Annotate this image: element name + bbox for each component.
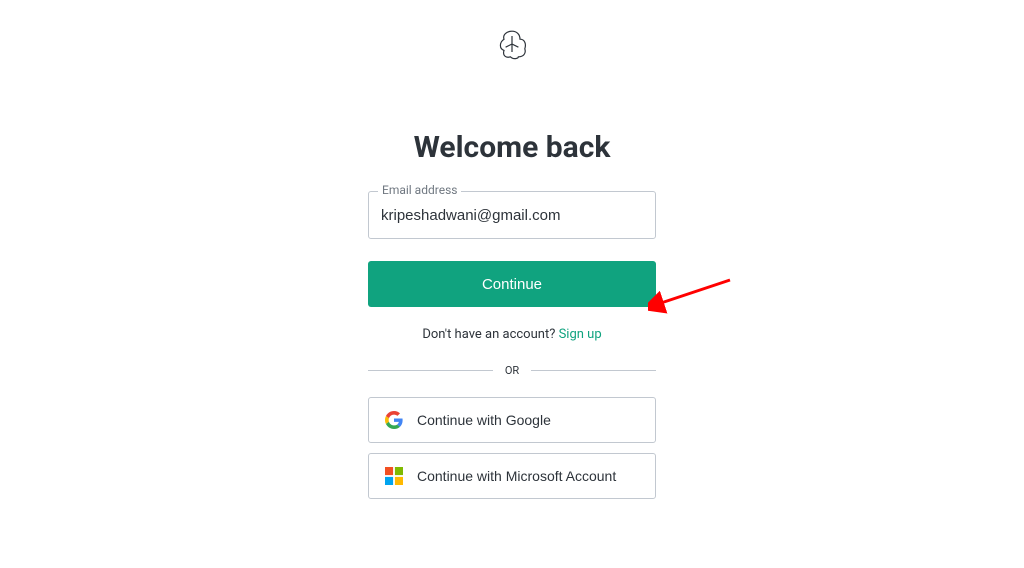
email-label: Email address [378, 183, 461, 197]
login-container: Welcome back Email address Continue Don'… [0, 0, 1024, 509]
continue-button[interactable]: Continue [368, 261, 656, 307]
continue-microsoft-button[interactable]: Continue with Microsoft Account [368, 453, 656, 499]
signup-link[interactable]: Sign up [559, 327, 602, 342]
divider-line-left [368, 370, 493, 371]
openai-logo-icon [496, 28, 528, 60]
microsoft-icon [385, 467, 403, 485]
continue-google-button[interactable]: Continue with Google [368, 397, 656, 443]
divider: OR [368, 364, 656, 377]
google-button-label: Continue with Google [417, 412, 551, 428]
email-field[interactable] [368, 191, 656, 239]
divider-text: OR [493, 364, 531, 377]
microsoft-button-label: Continue with Microsoft Account [417, 468, 616, 484]
page-title: Welcome back [414, 130, 611, 165]
signup-prompt: Don't have an account? Sign up [422, 327, 601, 342]
google-icon [385, 411, 403, 429]
signup-text: Don't have an account? [422, 327, 558, 342]
email-input-wrapper: Email address [368, 191, 656, 239]
divider-line-right [531, 370, 656, 371]
